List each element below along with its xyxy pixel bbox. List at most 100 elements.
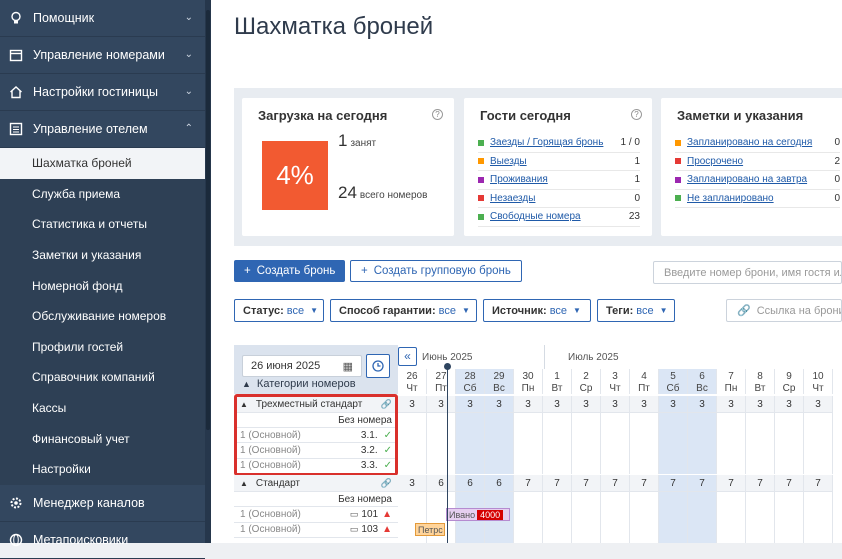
button-label: Создать бронь [256,265,336,277]
sidebar-item-booking-grid[interactable]: Шахматка броней [0,148,205,179]
month-divider [544,345,545,369]
help-icon[interactable]: ? [432,109,443,120]
day-number: 3 [612,371,618,382]
sidebar-item-cash-desks[interactable]: Кассы [0,392,205,424]
guarantee-filter[interactable]: Способ гарантии: все ▼ [330,299,477,322]
plus-icon: + [361,265,368,277]
grid-cell [717,492,746,543]
occupied-label: занят [350,138,377,149]
grid-cell [804,492,833,543]
sidebar-item-companies[interactable]: Справочник компаний [0,362,205,393]
link-icon[interactable]: 🔗 [381,478,392,489]
create-group-booking-button[interactable]: + Создать групповую бронь [350,260,522,282]
list-link[interactable]: Незаезды [490,193,535,204]
list-link[interactable]: Свободные номера [490,211,581,222]
booking-search-input[interactable]: Введите номер брони, имя гостя или [653,261,842,284]
sidebar-item-room-stock[interactable]: Номерной фонд [0,270,205,301]
sidebar-section-channel-manager[interactable]: Менеджер каналов [0,485,205,522]
gear-icon [8,495,24,511]
list-link[interactable]: Запланировано на завтра [687,174,807,185]
room-basis: 1 (Основной) [240,508,301,520]
booking-grid: 26 июня 2025 ▦ ▲ Категории номеров « Июнь … [234,345,842,543]
day-header-row: 26 Чт 27 Пт 28 Сб 29 Вс 30 Пн 1 Вт 2 Ср 3 Чт 4 Пт 5 Сб 6 Вс 7 П… [398,369,833,394]
sidebar-section-room-management[interactable]: Управление номерами ⌄ [0,37,205,74]
booking-guest: Ивано [449,510,476,520]
sidebar-section-metasearch[interactable]: Метапоисковики [0,522,205,559]
sidebar-section-assistant[interactable]: Помощник ⌄ [0,0,205,37]
sidebar-item-housekeeping[interactable]: Обслуживание номеров [0,300,205,332]
status-marker [478,176,484,183]
grid-cell [659,492,688,543]
list-link[interactable]: Заезды / Горящая бронь [490,137,603,148]
scroll-back-button[interactable]: « [398,347,417,366]
today-button[interactable] [366,354,390,378]
sidebar-item-statistics[interactable]: Статистика и отчеты [0,209,205,240]
sidebar-section-hotel-management[interactable]: Управление отелем ⌃ [0,111,205,148]
room-row[interactable]: 1 (Основной) ▭ 103 ▲ [234,523,398,538]
calendar-icon [8,47,24,63]
grid-cell [630,413,659,474]
list-link[interactable]: Не запланировано [687,193,774,204]
day-cell: 28 Сб [456,369,485,394]
list-link[interactable]: Просрочено [687,156,743,167]
total-stat: 24 всего номеров [338,183,427,203]
sidebar-section-label: Настройки гостиницы [33,85,158,99]
card-title: Заметки и указания [677,108,804,123]
booking-bar[interactable]: Петрс [415,523,445,536]
help-icon[interactable]: ? [631,109,642,120]
day-weekday: Пт [638,383,650,394]
day-weekday: Пт [435,383,447,394]
card-title: Гости сегодня [480,108,571,123]
sidebar-section-hotel-settings[interactable]: Настройки гостиницы ⌄ [0,74,205,111]
availability-count: 3 [514,396,543,412]
grid-cell [775,413,804,474]
availability-count: 3 [688,396,717,412]
link-icon: 🔗 [737,305,751,317]
day-weekday: Сб [463,383,477,394]
scrollbar-thumb[interactable] [206,10,210,430]
day-cell: 10 Чт [804,369,833,394]
categories-header[interactable]: ▲ Категории номеров [242,378,356,390]
category-row[interactable]: ▲ Стандарт 🔗 [234,475,398,492]
list-link[interactable]: Запланировано на сегодня [687,137,812,148]
grid-cell [659,413,688,474]
sidebar-item-notes[interactable]: Заметки и указания [0,239,205,271]
day-cell: 8 Вт [746,369,775,394]
date-picker[interactable]: 26 июня 2025 ▦ [242,355,362,377]
sidebar-item-front-desk[interactable]: Служба приема [0,178,205,210]
create-booking-button[interactable]: + Создать бронь [234,260,346,282]
sidebar-item-finance[interactable]: Финансовый учет [0,423,205,454]
sidebar-item-guest-profiles[interactable]: Профили гостей [0,331,205,363]
availability-count: 6 [427,475,456,491]
day-number: 4 [641,371,647,382]
grid-cell [543,413,572,474]
day-weekday: Ср [579,383,593,394]
day-number: 6 [699,371,705,382]
filter-label: Теги: [606,304,634,317]
source-filter[interactable]: Источник: все ▼ [483,299,591,322]
total-label: всего номеров [359,190,428,201]
chevron-down-icon: ▼ [461,306,470,315]
list-link[interactable]: Выезды [490,156,527,167]
room-number: 103 [361,524,379,536]
day-cell: 27 Пт [427,369,456,394]
day-weekday: Вс [696,383,708,394]
status-filter[interactable]: Статус: все ▼ [234,299,324,322]
status-marker [675,139,681,146]
booking-link-input[interactable]: 🔗 Ссылка на брони [726,299,842,322]
booking-bar[interactable]: Ивано 4000 [446,508,510,521]
broom-icon: ▲ [382,524,392,536]
filter-value: все [636,304,654,317]
notes-list: Запланировано на сегодня 0 Просрочено 2 За… [675,134,840,208]
grid-cell [398,413,427,474]
day-cell: 4 Пт [630,369,659,394]
status-marker [478,195,484,202]
filter-label: Статус: [243,304,284,317]
sidebar-section-label: Управление отелем [33,122,148,136]
tags-filter[interactable]: Теги: все ▼ [597,299,675,322]
room-row[interactable]: 1 (Основной) ▭ 101 ▲ [234,507,398,523]
list-value: 1 [634,155,640,167]
day-number: 27 [435,371,447,382]
sidebar-item-settings[interactable]: Настройки [0,453,205,485]
list-link[interactable]: Проживания [490,174,548,185]
